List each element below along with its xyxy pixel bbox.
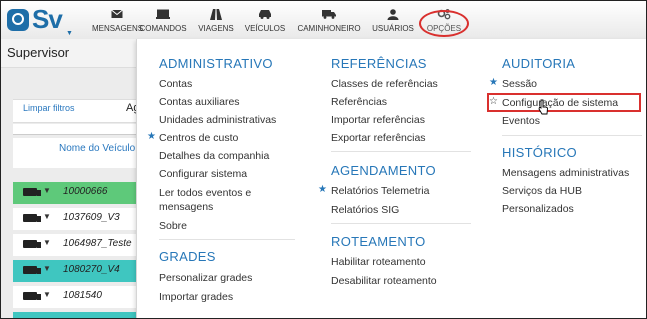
section-title-auditoria: AUDITORIA [502,56,576,71]
menu-item-classes-de-referencias[interactable]: Classes de referências [331,78,438,90]
logo-badge-icon [7,9,29,31]
table-row[interactable]: ▼ 1064987_Teste [13,234,136,256]
clear-filters-link[interactable]: Limpar filtros [23,103,75,113]
chevron-down-icon[interactable]: ▼ [43,290,51,299]
section-title-administrativo: ADMINISTRATIVO [159,56,273,71]
favorite-star-icon[interactable]: ★ [147,131,156,142]
vehicle-name: 1080270_V4 [63,264,120,275]
divider [159,239,295,240]
vehicle-name: 10000666 [63,186,108,197]
envelope-icon [92,9,142,23]
menu-item-desabilitar-roteamento[interactable]: Desabilitar roteamento [331,275,437,287]
truck-icon [23,214,41,222]
section-title-roteamento: ROTEAMENTO [331,234,426,249]
nav-comandos[interactable]: COMANDOS [139,9,187,37]
nav-viagens[interactable]: VIAGENS [195,9,237,37]
chevron-down-icon[interactable]: ▼ [43,264,51,273]
nav-label: USUÁRIOS [372,24,414,33]
table-row[interactable]: ▼ 1081540 [13,286,136,308]
menu-item-configurar-sistema[interactable]: Configurar sistema [159,168,247,180]
configuracao-highlight-annotation [487,93,641,112]
menu-item-importar-referencias[interactable]: Importar referências [331,114,425,126]
menu-item-personalizar-grades[interactable]: Personalizar grades [159,272,252,284]
table-row[interactable]: ▼ 10000666 [13,182,136,204]
truck-icon [23,292,41,300]
column-header[interactable]: Nome do Veículo [13,138,136,168]
nav-label: COMANDOS [139,24,187,33]
page-header: Supervisor [1,39,136,68]
logo-caret-icon[interactable]: ▼ [66,30,73,37]
hand-cursor-icon [538,99,548,115]
menu-item-sobre[interactable]: Sobre [159,220,187,232]
menu-item-importar-grades[interactable]: Importar grades [159,291,233,303]
nav-label: CAMINHONEIRO [297,24,361,33]
column-header-label: Nome do Veículo [59,143,136,154]
divider [331,223,471,224]
vehicle-name: 1037609_V3 [63,212,120,223]
nav-veiculos[interactable]: VEÍCULOS [244,9,286,37]
menu-item-relatorios-telemetria[interactable]: Relatórios Telemetria [331,185,429,197]
menu-item-personalizados[interactable]: Personalizados [502,203,574,215]
logo-text: Sv [32,4,63,34]
top-navigation-bar: Sv ▼ MENSAGENS COMANDOS VIAGENS VEÍCULOS… [1,1,646,40]
truck-icon [23,266,41,274]
favorite-star-icon[interactable]: ★ [318,184,327,195]
chevron-down-icon[interactable]: ▼ [43,238,51,247]
menu-item-servicos-da-hub[interactable]: Serviços da HUB [502,185,582,197]
chevron-down-icon[interactable]: ▼ [43,212,51,221]
section-title-referencias: REFERÊNCIAS [331,56,427,71]
divider [331,151,471,152]
user-icon [371,9,415,23]
table-row[interactable]: ▼ [13,312,136,318]
road-icon [195,9,237,23]
menu-item-contas-auxiliares[interactable]: Contas auxiliares [159,96,240,108]
menu-item-unidades-administrativas[interactable]: Unidades administrativas [159,114,276,126]
menu-item-sessao[interactable]: Sessão [502,78,537,90]
truck-icon [23,188,41,196]
menu-item-contas[interactable]: Contas [159,78,192,90]
page-title: Supervisor [7,45,70,60]
vehicle-name: 1064987_Teste [63,238,132,249]
chevron-down-icon[interactable]: ▼ [43,186,51,195]
menu-item-habilitar-roteamento[interactable]: Habilitar roteamento [331,256,426,268]
nav-mensagens[interactable]: MENSAGENS [92,9,144,37]
table-row[interactable]: ▼ 1037609_V3 [13,208,136,230]
truck-icon [297,9,361,23]
section-title-historico: HISTÓRICO [502,145,577,160]
menu-item-mensagens-administrativas[interactable]: Mensagens administrativas [502,167,629,179]
app-window: Sv ▼ MENSAGENS COMANDOS VIAGENS VEÍCULOS… [0,0,647,319]
divider [502,135,642,136]
menu-item-eventos[interactable]: Eventos [502,115,540,127]
car-icon [244,9,286,23]
app-logo[interactable]: Sv ▼ [4,4,76,37]
vehicle-name: 1081540 [63,290,102,301]
options-dropdown-menu: ADMINISTRATIVO Contas Contas auxiliares … [136,39,646,318]
nav-label: MENSAGENS [92,24,144,33]
truck-icon [23,240,41,248]
section-title-agendamento: AGENDAMENTO [331,163,436,178]
opcoes-highlight-annotation [419,10,469,37]
table-row[interactable]: ▼ 1080270_V4 [13,260,136,282]
nav-label: VEÍCULOS [244,24,286,33]
menu-item-centros-de-custo[interactable]: Centros de custo [159,132,238,144]
menu-item-detalhes-da-companhia[interactable]: Detalhes da companhia [159,150,269,162]
nav-caminhoneiro[interactable]: CAMINHONEIRO [297,9,361,37]
monitor-icon [139,9,187,23]
menu-item-exportar-referencias[interactable]: Exportar referências [331,132,426,144]
menu-item-ler-todos-eventos[interactable]: Ler todos eventos e mensagens [159,186,264,214]
menu-item-relatorios-sig[interactable]: Relatórios SIG [331,204,399,216]
menu-item-referencias[interactable]: Referências [331,96,387,108]
nav-usuarios[interactable]: USUÁRIOS [371,9,415,37]
filter-toolbar: Limpar filtros Ag [13,99,139,123]
section-title-grades: GRADES [159,249,216,264]
nav-label: VIAGENS [198,24,234,33]
filter-input[interactable] [13,124,136,135]
favorite-star-icon[interactable]: ★ [489,77,498,88]
